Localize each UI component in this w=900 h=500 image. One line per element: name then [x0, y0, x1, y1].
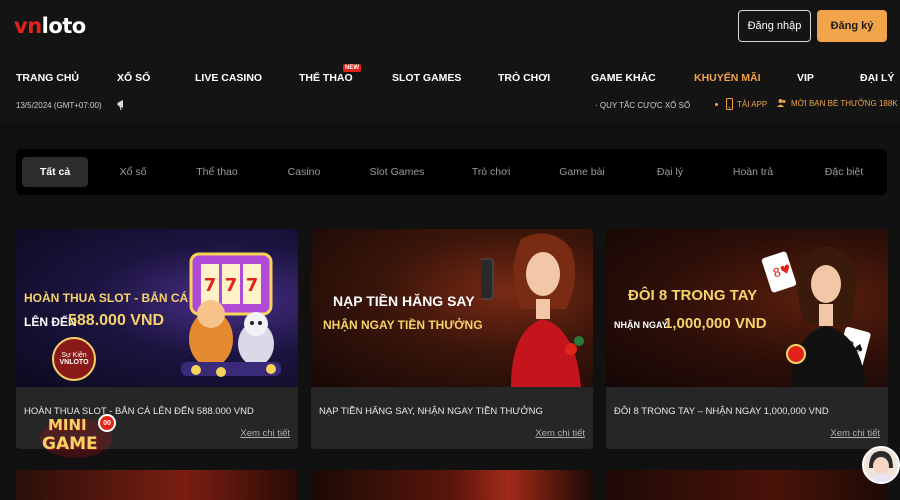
sub-bar: 13/5/2024 (GMT+07:00) · QUY TẮC CƯỢC XỔ …: [0, 98, 900, 114]
tab-all[interactable]: Tất cả: [22, 157, 88, 187]
mini-game-label-line1: MINI: [48, 416, 87, 434]
logo-vn-text: vn: [14, 14, 42, 38]
nav-slot-games[interactable]: SLOT GAMES: [392, 72, 461, 84]
woman-dealer-illustration: [481, 233, 584, 387]
support-chat-avatar[interactable]: [862, 446, 900, 484]
main-nav: TRANG CHỦ XỔ SỐ LIVE CASINO THỂ THAO SLO…: [0, 72, 900, 90]
banner-amount: 588.000 VND: [68, 312, 165, 329]
svg-text:7: 7: [246, 275, 259, 296]
mini-game-widget[interactable]: MINI GAME 00: [40, 412, 120, 460]
tab-lottery[interactable]: Xổ số: [101, 157, 165, 187]
nav-other-games[interactable]: GAME KHÁC: [591, 72, 656, 84]
vnloto-logo[interactable]: vnloto: [14, 14, 86, 38]
tab-slot-games[interactable]: Slot Games: [361, 157, 433, 187]
nav-sports[interactable]: THỂ THAO: [299, 72, 353, 84]
phone-icon: [726, 98, 733, 110]
top-bar: vnloto Đăng nhập Đăng ký TRANG CHỦ XỔ SỐ…: [0, 0, 900, 122]
view-details-link[interactable]: Xem chi tiết: [535, 428, 585, 439]
nav-games[interactable]: TRÒ CHƠI: [498, 72, 550, 84]
lottery-rules-link[interactable]: · QUY TẮC CƯỢC XỔ SỐ: [595, 101, 690, 110]
promotion-category-tabs: Tất cả Xổ số Thể thao Casino Slot Games …: [16, 149, 887, 195]
promotion-title: ĐÔI 8 TRONG TAY – NHẬN NGAY 1,000,000 VN…: [614, 406, 829, 417]
banner-headline: NẠP TIỀN HĂNG SAY: [333, 293, 475, 309]
banner-subline: NHẬN NGAY TIỀN THƯỞNG: [323, 318, 483, 332]
promotion-title: NẠP TIỀN HĂNG SAY, NHẬN NGAY TIỀN THƯỞNG: [319, 406, 543, 417]
tab-casino[interactable]: Casino: [271, 157, 337, 187]
new-badge: NEW: [343, 64, 361, 72]
promotion-banner[interactable]: NẠP TIỀN HĂNG SAY NHẬN NGAY TIỀN THƯỞNG: [311, 229, 593, 387]
svg-text:7: 7: [225, 275, 238, 296]
nav-promotions[interactable]: KHUYẾN MÃI: [694, 72, 761, 84]
invite-friends-link[interactable]: MỜI BẠN BÈ THƯỞNG 188K: [777, 98, 898, 108]
tab-rebate[interactable]: Hoàn trả: [720, 157, 786, 187]
event-seal-line2: VNLOTO: [59, 359, 89, 366]
support-agent-icon: [868, 451, 894, 482]
tab-sports[interactable]: Thể thao: [184, 157, 250, 187]
tab-card-games[interactable]: Game bài: [549, 157, 615, 187]
tab-games[interactable]: Trò chơi: [458, 157, 524, 187]
promotion-banner[interactable]: 8♥ 8♠ ĐÔI 8 TRONG TAY NHẬN NGAY 1,000,00…: [606, 229, 888, 387]
download-app-label: TẢI APP: [737, 99, 768, 109]
slot-machine-illustration: 7 7 7: [181, 252, 281, 377]
mini-game-label-line2: GAME: [42, 434, 98, 454]
logo-rest-text: loto: [41, 14, 87, 38]
woman-cards-illustration: 8♥ 8♠: [761, 246, 871, 387]
banner-headline: ĐÔI 8 TRONG TAY: [628, 287, 758, 304]
banner-amount: 1,000,000 VND: [664, 315, 767, 332]
download-app-link[interactable]: TẢI APP: [726, 98, 767, 110]
promotion-card[interactable]: 8♥ 8♠ ĐÔI 8 TRONG TAY NHẬN NGAY 1,000,00…: [606, 229, 888, 449]
view-details-link[interactable]: Xem chi tiết: [830, 428, 880, 439]
separator-dot: [715, 103, 718, 106]
nav-vip[interactable]: VIP: [797, 72, 814, 84]
promotion-banner[interactable]: 7 7 7 HOÀN THUA SLOT - BẮN CÁ LÊN ĐẾN 58…: [16, 229, 298, 387]
tab-special[interactable]: Đặc biệt: [811, 157, 877, 187]
promotion-card-partial[interactable]: [606, 470, 888, 500]
event-seal-line1: Sự Kiện: [61, 352, 87, 359]
banner-headline: HOÀN THUA SLOT - BẮN CÁ: [24, 291, 189, 305]
login-button[interactable]: Đăng nhập: [738, 10, 811, 42]
banner-subline-prefix: NHẬN NGAY: [614, 320, 668, 330]
register-button[interactable]: Đăng ký: [817, 10, 887, 42]
promotion-card-partial[interactable]: [16, 470, 298, 500]
event-seal: Sự Kiện VNLOTO: [52, 337, 96, 381]
megaphone-icon[interactable]: [117, 98, 127, 112]
view-details-link[interactable]: Xem chi tiết: [240, 428, 290, 439]
nav-live-casino[interactable]: LIVE CASINO: [195, 72, 262, 84]
tab-agent[interactable]: Đại lý: [637, 157, 703, 187]
nav-home[interactable]: TRANG CHỦ: [16, 72, 79, 84]
users-icon: [777, 99, 786, 107]
date-display: 13/5/2024 (GMT+07:00): [16, 101, 102, 110]
nav-lottery[interactable]: XỔ SỐ: [117, 72, 150, 84]
promotion-card-partial[interactable]: [311, 470, 593, 500]
mini-game-counter: 00: [98, 414, 116, 432]
invite-friends-label: MỜI BẠN BÈ THƯỞNG 188K: [791, 98, 898, 108]
nav-agent[interactable]: ĐẠI LÝ: [860, 72, 894, 84]
svg-text:7: 7: [204, 275, 217, 296]
promotion-card[interactable]: NẠP TIỀN HĂNG SAY NHẬN NGAY TIỀN THƯỞNG …: [311, 229, 593, 449]
